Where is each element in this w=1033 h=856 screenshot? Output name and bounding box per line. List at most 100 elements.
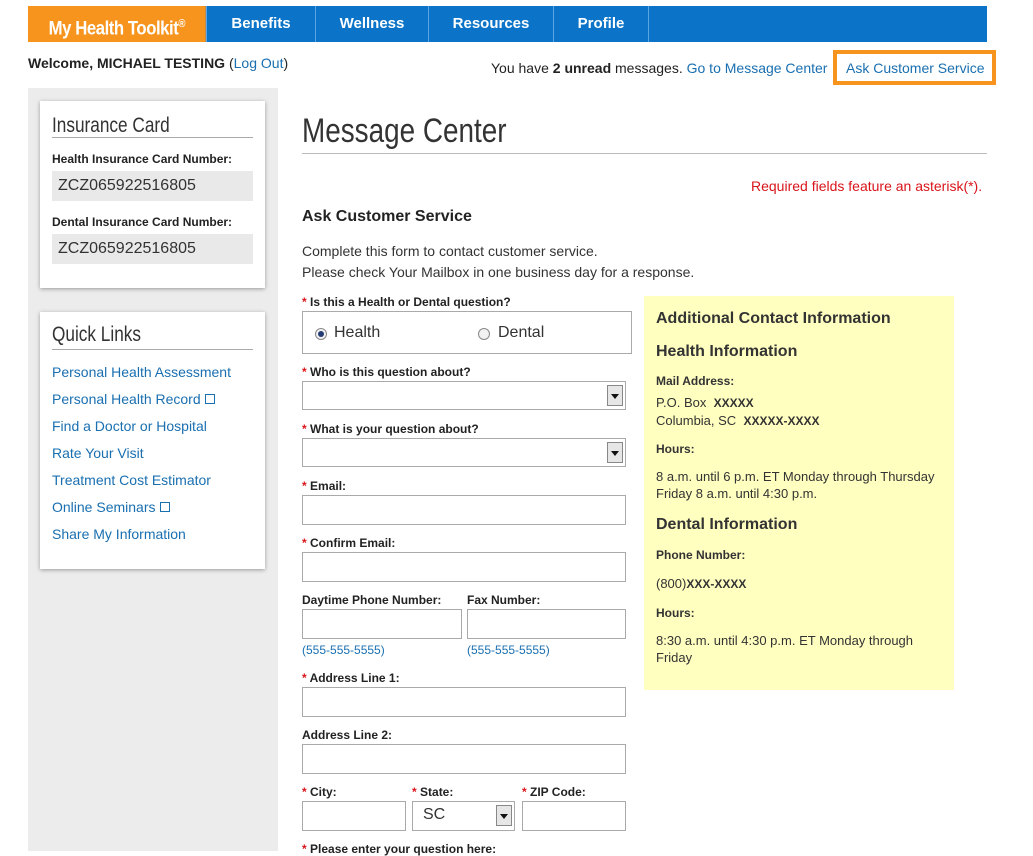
required-fields-note: Required fields feature an asterisk(*). [751, 178, 983, 194]
question-type-label: * Is this a Health or Dental question? [302, 295, 511, 309]
quick-link-seminars-row[interactable]: Online Seminars [52, 499, 170, 515]
health-hours-line-2: Friday 8 a.m. until 4:30 p.m. [656, 486, 818, 501]
quick-link-health-assessment[interactable]: Personal Health Assessment [52, 364, 231, 380]
info-title: Additional Contact Information [656, 310, 891, 327]
radio-dental-label[interactable]: Dental [498, 324, 544, 342]
state-label: * State: [412, 785, 454, 799]
nav-tab-benefits[interactable]: Benefits [206, 6, 316, 42]
form-title: Ask Customer Service [302, 208, 472, 225]
chevron-down-icon[interactable] [607, 385, 623, 406]
quick-link-find-doctor[interactable]: Find a Doctor or Hospital [52, 418, 207, 434]
fax-field[interactable] [467, 609, 626, 639]
zip-value: XXXXX-XXXX [743, 414, 820, 428]
quick-link-rate-visit[interactable]: Rate Your Visit [52, 445, 144, 461]
question-type-label-text: Is this a Health or Dental question? [310, 295, 511, 309]
unread-messages-text: You have 2 unread messages. Go to Messag… [491, 60, 827, 76]
nav-tab-wellness[interactable]: Wellness [316, 6, 429, 42]
phone-format-hint: (555-555-5555) [302, 643, 385, 657]
additional-contact-info-box: Additional Contact Information Health In… [644, 296, 954, 690]
nav-tab-profile[interactable]: Profile [554, 6, 649, 42]
what-label-text: What is your question about? [310, 422, 479, 436]
city-label: * City: [302, 785, 337, 799]
quick-link-seminars[interactable]: Online Seminars [52, 499, 156, 515]
quick-link-share-info[interactable]: Share My Information [52, 526, 186, 542]
zip-label-text: ZIP Code: [530, 785, 586, 799]
city-label-text: City: [310, 785, 337, 799]
po-box-line: P.O. Box XXXXX [656, 395, 754, 410]
health-card-number: ZCZ065922516805 [52, 171, 253, 201]
email-label: * Email: [302, 479, 347, 493]
po-box-text: P.O. Box [656, 395, 707, 410]
confirm-email-field[interactable] [302, 552, 626, 582]
welcome-text: Welcome, MICHAEL TESTING (Log Out) [28, 55, 289, 71]
radio-dental[interactable] [478, 328, 490, 340]
nav-tab-resources[interactable]: Resources [429, 6, 554, 42]
dental-hours-line-2: Friday [656, 650, 693, 665]
quick-links-title: Quick Links [52, 323, 142, 346]
messages-suffix: messages. [611, 60, 683, 76]
email-field[interactable] [302, 495, 626, 525]
quick-link-cost-estimator[interactable]: Treatment Cost Estimator [52, 472, 211, 488]
what-label: * What is your question about? [302, 422, 479, 436]
confirm-email-label-text: Confirm Email: [310, 536, 396, 550]
phone-value: XXX-XXXX [686, 577, 747, 591]
form-intro-line-2: Please check Your Mailbox in one busines… [302, 264, 695, 280]
question-label-text: Please enter your question here: [310, 842, 497, 856]
who-select[interactable] [302, 381, 626, 410]
divider [52, 349, 253, 350]
insurance-card-title: Insurance Card [52, 114, 170, 137]
title-divider [302, 153, 987, 154]
dental-phone: (800)XXX-XXXX [656, 576, 746, 591]
state-select[interactable]: SC [412, 801, 515, 831]
unread-count: 2 unread [552, 60, 612, 76]
external-link-icon [159, 502, 170, 512]
state-selected-value: SC [423, 806, 446, 823]
chevron-down-icon[interactable] [607, 442, 623, 463]
health-hours-line-1: 8 a.m. until 6 p.m. ET Monday through Th… [656, 469, 935, 484]
brand-registered-mark: ® [178, 18, 186, 30]
message-center-link[interactable]: Go to Message Center [687, 60, 828, 76]
zip-label: * ZIP Code: [522, 785, 586, 799]
logout-link[interactable]: Log Out [234, 55, 284, 71]
phone-field[interactable] [302, 609, 462, 639]
who-label: * Who is this question about? [302, 365, 471, 379]
brand-name: My Health Toolkit [48, 18, 179, 40]
radio-health[interactable] [315, 328, 327, 340]
address2-label: Address Line 2: [302, 728, 393, 742]
fax-format-hint: (555-555-5555) [467, 643, 550, 657]
address2-field[interactable] [302, 744, 626, 774]
radio-health-label[interactable]: Health [334, 324, 380, 342]
phone-label: Daytime Phone Number: [302, 593, 442, 607]
email-label-text: Email: [310, 479, 347, 493]
zip-field[interactable] [522, 801, 626, 831]
welcome-user: Welcome, MICHAEL TESTING [28, 55, 226, 71]
chevron-down-icon[interactable] [496, 805, 512, 826]
health-card-label: Health Insurance Card Number: [52, 152, 233, 166]
external-link-icon [204, 394, 215, 404]
city-state-line: Columbia, SC XXXXX-XXXX [656, 413, 819, 428]
health-info-heading: Health Information [656, 343, 798, 360]
insurance-card-panel: Insurance Card Health Insurance Card Num… [40, 101, 265, 288]
quick-link-health-record[interactable]: Personal Health Record [52, 391, 201, 407]
dental-card-number: ZCZ065922516805 [52, 234, 253, 264]
topic-select[interactable] [302, 438, 626, 467]
confirm-email-label: * Confirm Email: [302, 536, 396, 550]
dental-hours-line-1: 8:30 a.m. until 4:30 p.m. ET Monday thro… [656, 633, 914, 648]
dental-card-label: Dental Insurance Card Number: [52, 215, 233, 229]
address1-field[interactable] [302, 687, 626, 717]
fax-label: Fax Number: [467, 593, 541, 607]
divider [52, 137, 253, 138]
form-intro-line-1: Complete this form to contact customer s… [302, 243, 598, 259]
quick-link-health-record-row[interactable]: Personal Health Record [52, 391, 215, 407]
state-label-text: State: [420, 785, 454, 799]
brand-logo[interactable]: My Health Toolkit® [28, 6, 206, 42]
phone-number-label: Phone Number: [656, 548, 746, 562]
health-hours-label: Hours: [656, 442, 695, 456]
phone-area-code: (800) [656, 576, 687, 591]
dental-info-heading: Dental Information [656, 516, 798, 533]
quick-links-panel: Quick Links Personal Health Assessment P… [40, 312, 265, 569]
city-field[interactable] [302, 801, 406, 831]
address1-label: * Address Line 1: [302, 671, 400, 685]
dental-hours-label: Hours: [656, 606, 695, 620]
ask-customer-service-link[interactable]: Ask Customer Service [846, 60, 984, 76]
